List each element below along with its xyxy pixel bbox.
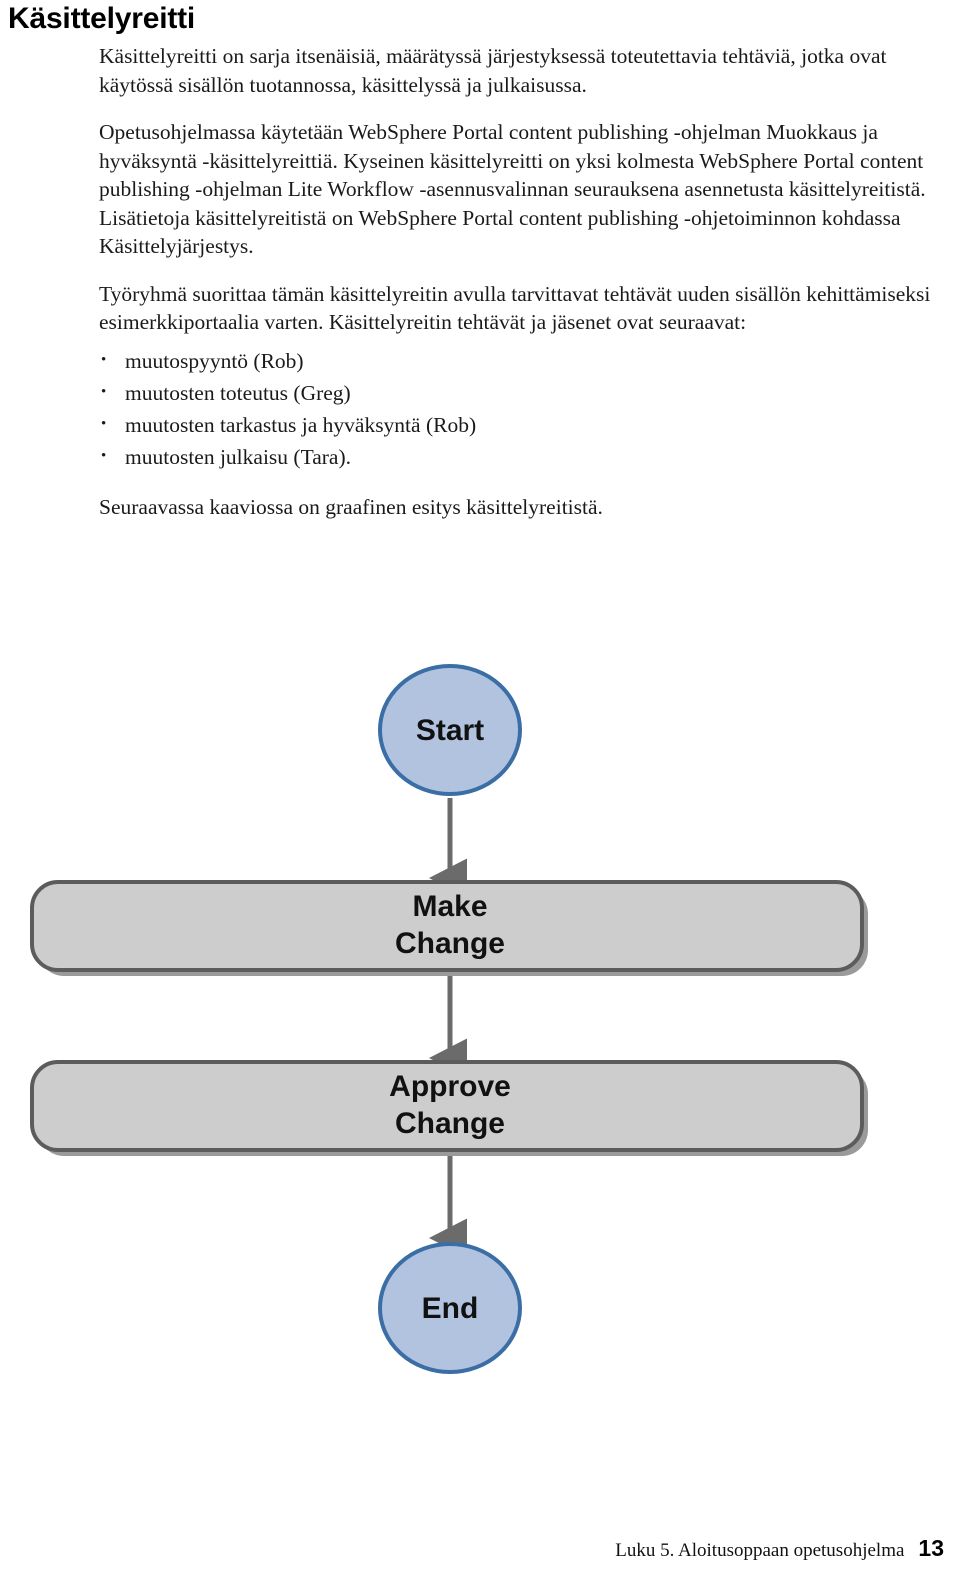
paragraph-intro: Käsittelyreitti on sarja itsenäisiä, mää… <box>99 44 887 97</box>
page-footer: Luku 5. Aloitusoppaan opetusohjelma 13 <box>0 1535 944 1562</box>
flowchart-node-make-change: Make Change <box>30 880 868 976</box>
flowchart-node-approve-change-label-line2: Change <box>395 1107 505 1140</box>
flowchart-node-make-change-label-line2: Change <box>395 927 505 960</box>
list-item: muutosten julkaisu (Tara). <box>99 440 944 473</box>
flowchart-node-end-label: End <box>422 1292 479 1325</box>
list-item: muutosten toteutus (Greg) <box>99 376 944 409</box>
paragraph-diagram-lead-in: Seuraavassa kaaviossa on graafinen esity… <box>99 494 603 519</box>
footer-page-number: 13 <box>918 1535 944 1561</box>
list-item: muutospyyntö (Rob) <box>99 344 944 377</box>
paragraph-tutorial-workflow: Opetusohjelmassa käytetään WebSphere Por… <box>99 120 926 258</box>
list-item: muutosten tarkastus ja hyväksyntä (Rob) <box>99 408 944 441</box>
workflow-task-list: muutospyyntö (Rob) muutosten toteutus (G… <box>99 344 944 473</box>
body-text-column: Käsittelyreitti on sarja itsenäisiä, mää… <box>99 42 944 521</box>
flowchart-node-make-change-label-line1: Make <box>412 890 487 923</box>
flowchart-node-approve-change: Approve Change <box>30 1060 868 1156</box>
paragraph-team-tasks: Työryhmä suorittaa tämän käsittelyreitin… <box>99 281 931 335</box>
workflow-flowchart: Start Make Change Approve Change End <box>0 620 960 1430</box>
flowchart-node-start-label: Start <box>416 714 484 747</box>
flowchart-node-approve-change-label-line1: Approve <box>389 1070 511 1103</box>
footer-chapter-label: Luku 5. Aloitusoppaan opetusohjelma <box>615 1540 905 1561</box>
flowchart-node-start: Start <box>378 664 522 796</box>
document-page: { "page": { "heading": "Käsittelyreitti"… <box>0 0 960 1580</box>
page-title: Käsittelyreitti <box>8 2 196 35</box>
flowchart-node-end: End <box>378 1242 522 1374</box>
